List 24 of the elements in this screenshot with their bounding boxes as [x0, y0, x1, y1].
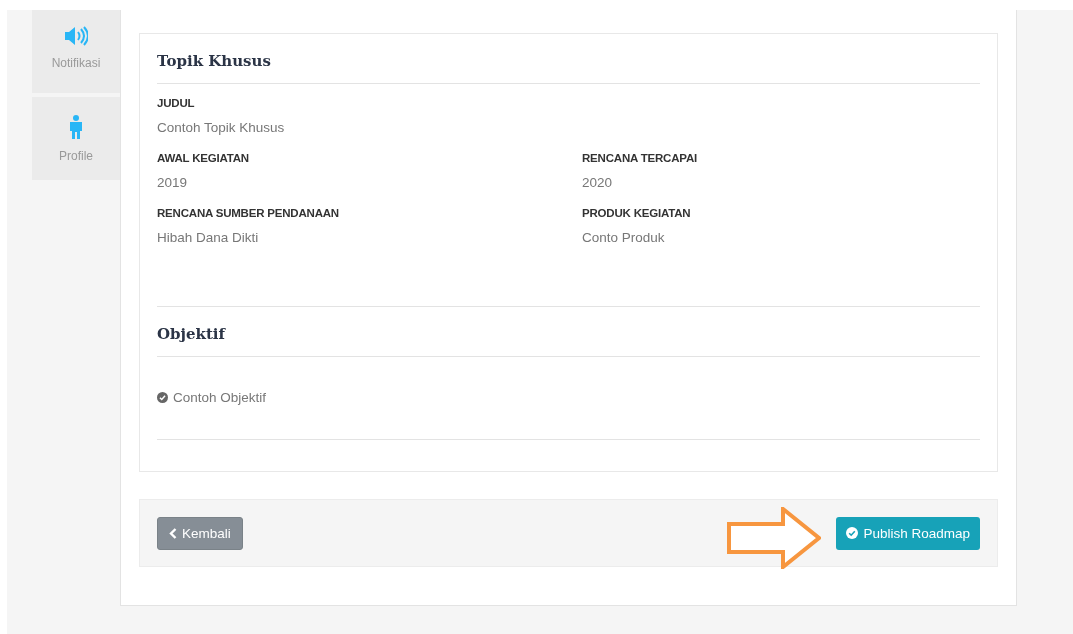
- sidebar-label: Profile: [59, 148, 93, 163]
- publish-button[interactable]: Publish Roadmap: [836, 516, 980, 550]
- field-value: Conto Produk: [582, 230, 666, 245]
- sidebar-label: Notifikasi: [51, 56, 101, 70]
- person-icon: [68, 114, 84, 139]
- field-value: Contoh Topik Khusus: [157, 120, 286, 135]
- check-circle-icon: [846, 527, 859, 539]
- chevron-left-icon: [169, 527, 177, 539]
- sidebar-item[interactable]: Profile: [32, 97, 120, 180]
- objective-text: Contoh Objektif: [173, 390, 267, 405]
- section-title: Topik Khusus: [157, 51, 272, 72]
- section-title: Objektif: [157, 324, 227, 345]
- speaker-icon: [64, 26, 88, 46]
- field-value: 2020: [582, 175, 614, 190]
- field-label: JUDUL: [157, 97, 196, 109]
- field-value: 2019: [157, 175, 189, 190]
- check-circle-icon: [157, 392, 168, 403]
- field-label: AWAL KEGIATAN: [157, 152, 250, 164]
- back-button[interactable]: Kembali: [157, 516, 243, 550]
- field-value: Hibah Dana Dikti: [157, 230, 260, 245]
- field-label: PRODUK KEGIATAN: [582, 207, 692, 219]
- sidebar-item[interactable]: Notifikasi: [32, 10, 120, 93]
- field-label: RENCANA TERCAPAI: [582, 152, 698, 164]
- field-label: RENCANA SUMBER PENDANAAN: [157, 207, 340, 219]
